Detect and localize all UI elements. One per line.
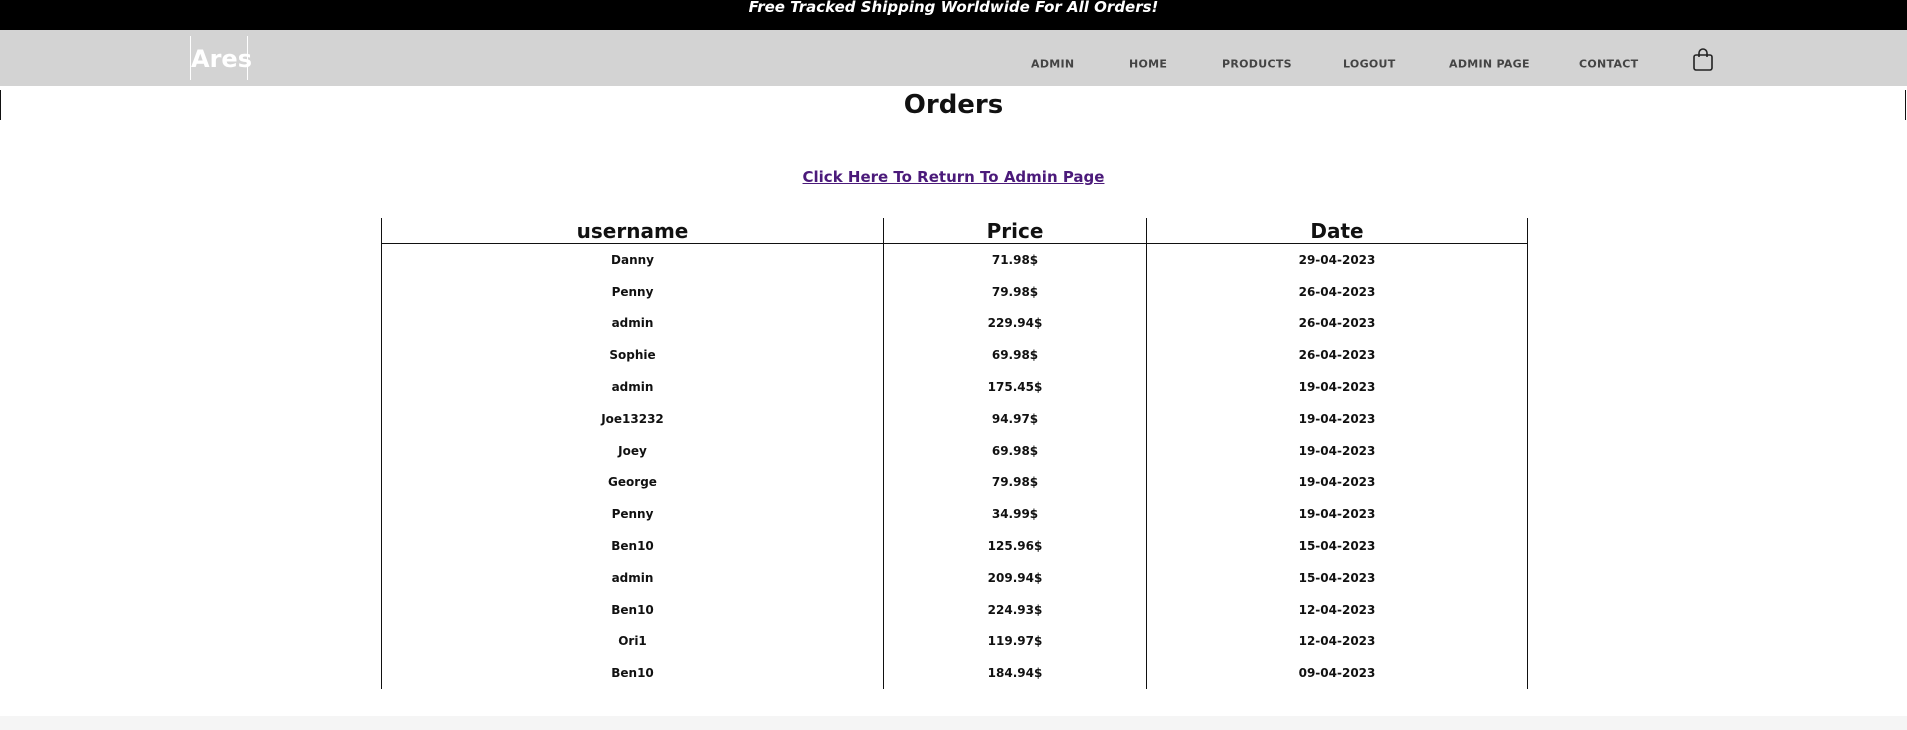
cell-date: 19-04-2023	[1146, 371, 1528, 403]
cell-date: 19-04-2023	[1146, 402, 1528, 435]
table-row: Ben10 125.96$ 15-04-2023	[381, 530, 1528, 562]
cell-date: 19-04-2023	[1146, 498, 1528, 531]
cell-date: 19-04-2023	[1146, 434, 1528, 467]
table-row: Penny 79.98$ 26-04-2023	[381, 275, 1528, 308]
cell-username: admin	[381, 371, 884, 403]
main-content: Orders Click Here To Return To Admin Pag…	[0, 86, 1907, 716]
table-row: Joey 69.98$ 19-04-2023	[381, 434, 1528, 467]
table-row: Danny 71.98$ 29-04-2023	[381, 243, 1528, 276]
cell-username: Ben10	[381, 530, 884, 562]
nav-item-products[interactable]: PRODUCTS	[1222, 58, 1292, 71]
table-row: George 79.98$ 19-04-2023	[381, 466, 1528, 499]
cell-date: 19-04-2023	[1146, 466, 1528, 499]
table-row: admin 229.94$ 26-04-2023	[381, 307, 1528, 340]
cell-price: 79.98$	[883, 275, 1147, 308]
table-row: Ben10 184.94$ 09-04-2023	[381, 657, 1528, 690]
column-header-date: Date	[1146, 218, 1528, 244]
cell-username: Ben10	[381, 593, 884, 626]
cell-date: 15-04-2023	[1146, 530, 1528, 562]
cell-price: 69.98$	[883, 339, 1147, 372]
table-row: Ori1 119.97$ 12-04-2023	[381, 625, 1528, 658]
cell-date: 26-04-2023	[1146, 339, 1528, 372]
cell-price: 94.97$	[883, 402, 1147, 435]
cell-username: admin	[381, 307, 884, 340]
cell-username: Danny	[381, 243, 884, 276]
nav-item-logout[interactable]: LOGOUT	[1343, 58, 1396, 71]
orders-table: username Price Date Danny 71.98$ 29-04-202…	[381, 218, 1528, 690]
site-logo[interactable]: Ares	[190, 36, 252, 80]
table-row: Joe13232 94.97$ 19-04-2023	[381, 402, 1528, 435]
shopping-bag-icon[interactable]	[1692, 48, 1714, 72]
top-navbar: Ares ADMIN HOME PRODUCTS LOGOUT ADMIN PA…	[0, 30, 1907, 86]
cell-username: George	[381, 466, 884, 499]
cell-date: 29-04-2023	[1146, 243, 1528, 276]
cell-price: 184.94$	[883, 657, 1147, 690]
cell-date: 26-04-2023	[1146, 307, 1528, 340]
cell-price: 69.98$	[883, 434, 1147, 467]
cell-price: 224.93$	[883, 593, 1147, 626]
cell-username: Penny	[381, 498, 884, 531]
table-row: admin 209.94$ 15-04-2023	[381, 561, 1528, 594]
cell-price: 175.45$	[883, 371, 1147, 403]
cell-username: Ori1	[381, 625, 884, 658]
cell-username: admin	[381, 561, 884, 594]
promo-text: Free Tracked Shipping Worldwide For All …	[748, 0, 1159, 16]
page-title: Orders	[903, 90, 1004, 120]
cell-price: 209.94$	[883, 561, 1147, 594]
cell-price: 71.98$	[883, 243, 1147, 276]
cell-date: 12-04-2023	[1146, 625, 1528, 658]
cell-price: 79.98$	[883, 466, 1147, 499]
table-row: Sophie 69.98$ 26-04-2023	[381, 339, 1528, 372]
cell-price: 125.96$	[883, 530, 1147, 562]
cell-username: Joe13232	[381, 402, 884, 435]
nav-item-contact[interactable]: CONTACT	[1579, 58, 1638, 71]
column-header-price: Price	[883, 218, 1147, 244]
table-row: Ben10 224.93$ 12-04-2023	[381, 593, 1528, 626]
promo-banner: Free Tracked Shipping Worldwide For All …	[0, 0, 1907, 30]
cell-date: 09-04-2023	[1146, 657, 1528, 690]
cell-username: Sophie	[381, 339, 884, 372]
table-header-row: username Price Date	[381, 218, 1528, 244]
return-to-admin-link[interactable]: Click Here To Return To Admin Page	[0, 168, 1907, 186]
nav-item-admin-page[interactable]: ADMIN PAGE	[1449, 58, 1530, 71]
cell-username: Joey	[381, 434, 884, 467]
table-row: Penny 34.99$ 19-04-2023	[381, 498, 1528, 531]
cell-username: Ben10	[381, 657, 884, 690]
nav-item-home[interactable]: HOME	[1129, 58, 1167, 71]
cell-price: 34.99$	[883, 498, 1147, 531]
table-row: admin 175.45$ 19-04-2023	[381, 371, 1528, 403]
cell-date: 12-04-2023	[1146, 593, 1528, 626]
cell-date: 15-04-2023	[1146, 561, 1528, 594]
cell-price: 119.97$	[883, 625, 1147, 658]
column-header-username: username	[381, 218, 884, 244]
cell-date: 26-04-2023	[1146, 275, 1528, 308]
footer-strip	[0, 716, 1907, 730]
cell-price: 229.94$	[883, 307, 1147, 340]
cell-username: Penny	[381, 275, 884, 308]
nav-item-admin[interactable]: ADMIN	[1031, 58, 1074, 71]
